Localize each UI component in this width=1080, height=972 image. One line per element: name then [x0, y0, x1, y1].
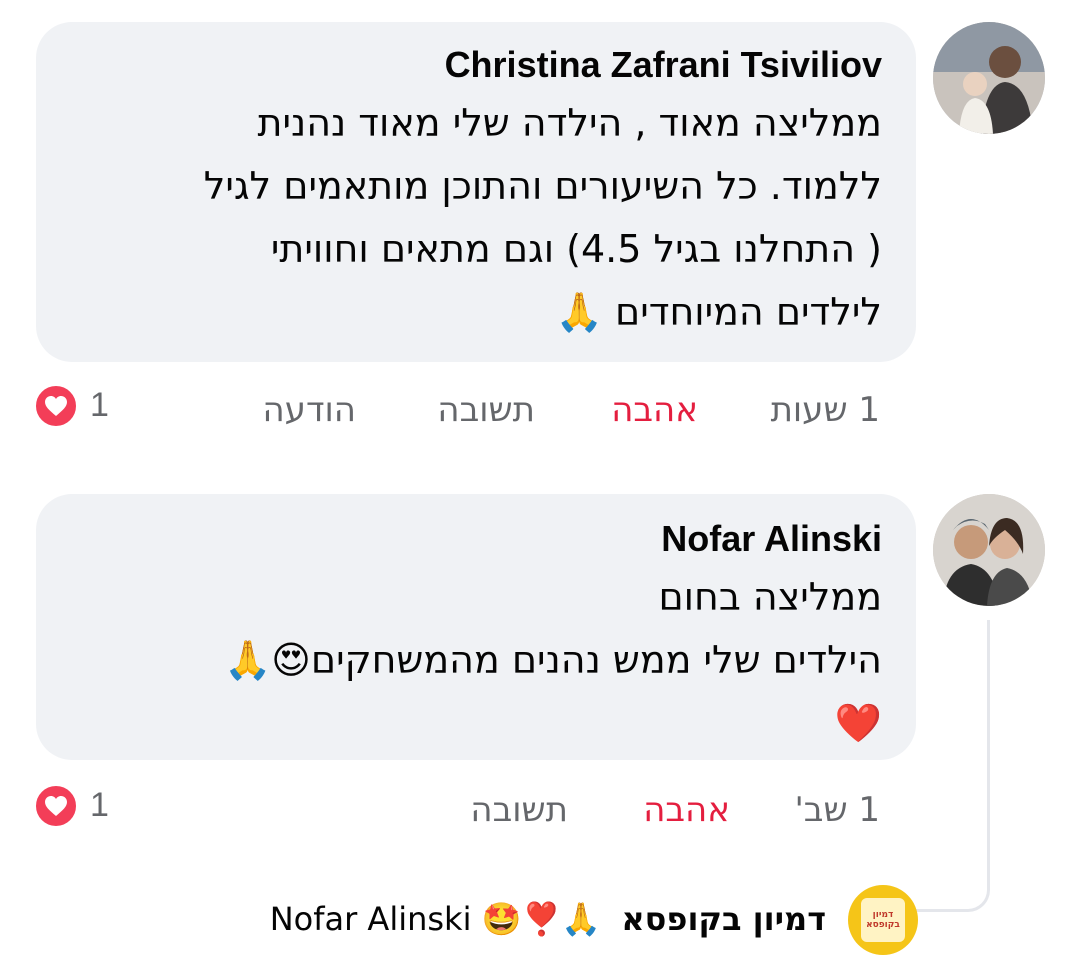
comment-bubble: Nofar Alinski ממליצה בחום הילדים שלי ממש… — [36, 494, 916, 760]
comment-text-line: ללמוד. כל השיעורים והתוכן מותאמים לגיל — [203, 164, 882, 208]
comment-time[interactable]: 1 שב' — [794, 790, 880, 830]
comment-text-line: ❤️ — [834, 701, 882, 745]
comment-text-line: ( התחלנו בגיל 4.5) וגם מתאים וחוויתי — [270, 227, 882, 271]
heart-reaction-icon — [34, 384, 78, 428]
reply-button[interactable]: תשובה — [437, 390, 535, 430]
reaction-count[interactable]: 1 — [90, 386, 109, 425]
couple-photo-icon — [933, 494, 1045, 606]
reply-author[interactable]: דמיון בקופסא — [621, 900, 826, 938]
reply-preview-row[interactable]: דמיון בקופסא 🙏❣️🤩 Nofar Alinski — [270, 895, 826, 943]
comment-bubble: Christina Zafrani Tsiviliov ממליצה מאוד … — [36, 22, 916, 362]
comment-text-line: ממליצה בחום — [658, 575, 882, 619]
comment-text-line: ממליצה מאוד , הילדה שלי מאוד נהנית — [257, 101, 883, 145]
comment-text-line: לילדים המיוחדים 🙏 — [555, 290, 882, 334]
love-button[interactable]: אהבה — [611, 390, 698, 430]
comment-text-line: הילדים שלי ממש נהנים מהמשחקים😍🙏 — [223, 638, 882, 682]
heart-reaction-icon — [34, 784, 78, 828]
logo-text: דמיון בקופסא — [866, 910, 900, 930]
comment-author[interactable]: Nofar Alinski — [70, 516, 882, 566]
avatar-christina[interactable] — [933, 22, 1045, 134]
person-photo-icon — [933, 22, 1045, 134]
reply-text: 🙏❣️🤩 Nofar Alinski — [269, 900, 602, 938]
love-button[interactable]: אהבה — [643, 790, 730, 830]
comment-time[interactable]: 1 שעות — [771, 390, 880, 430]
message-button[interactable]: הודעה — [262, 390, 356, 430]
page-avatar-logo[interactable]: דמיון בקופסא — [848, 885, 918, 955]
avatar-nofar[interactable] — [933, 494, 1045, 606]
gift-box-icon: דמיון בקופסא — [861, 898, 905, 942]
comment-author[interactable]: Christina Zafrani Tsiviliov — [70, 42, 882, 92]
thread-line — [916, 620, 990, 912]
reply-button[interactable]: תשובה — [470, 790, 568, 830]
reaction-count[interactable]: 1 — [90, 786, 109, 825]
